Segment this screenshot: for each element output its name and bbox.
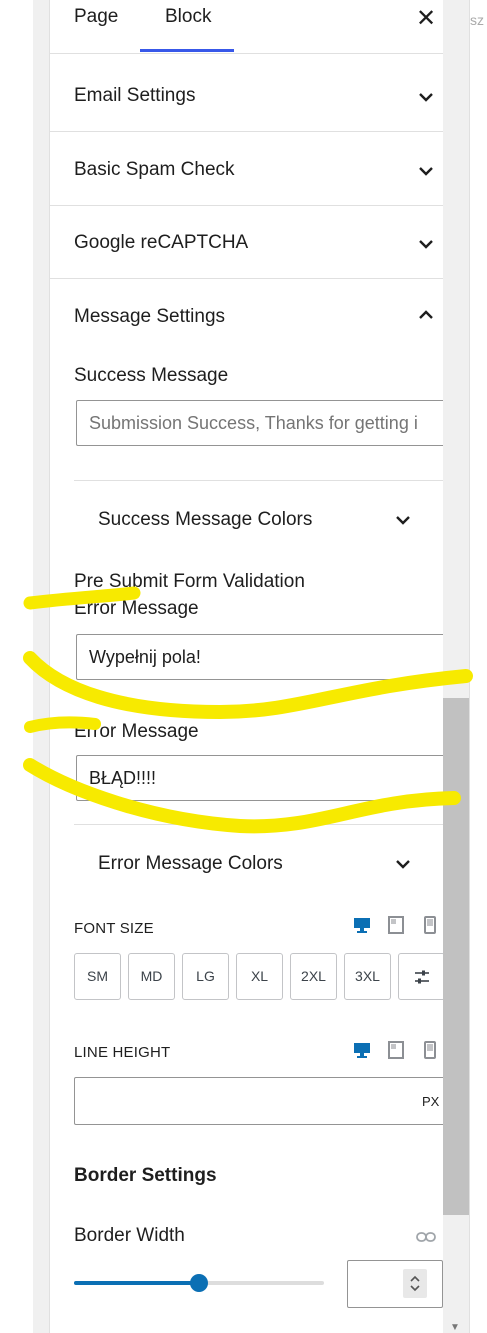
font-size-2xl-button[interactable]: 2XL (290, 953, 337, 1000)
font-size-xl-button[interactable]: XL (236, 953, 283, 1000)
section-email-settings[interactable]: Email Settings (50, 58, 443, 132)
line-height-label: LINE HEIGHT (74, 1044, 171, 1061)
success-message-colors-toggle[interactable]: Success Message Colors (98, 509, 312, 531)
section-title: Email Settings (74, 85, 196, 106)
tab-page[interactable]: Page (74, 6, 118, 28)
border-settings-title: Border Settings (74, 1165, 217, 1186)
scroll-down-arrow[interactable]: ▼ (450, 1322, 460, 1333)
pre-submit-error-input[interactable]: Wypełnij pola! (76, 634, 443, 680)
section-title: Basic Spam Check (74, 159, 235, 180)
section-basic-spam-check[interactable]: Basic Spam Check (50, 132, 443, 206)
success-message-input[interactable]: Submission Success, Thanks for getting i (76, 400, 443, 446)
adjacent-panel (469, 0, 487, 1333)
font-size-label: FONT SIZE (74, 920, 154, 937)
error-message-label: Error Message (74, 721, 199, 742)
font-size-sm-button[interactable]: SM (74, 953, 121, 1000)
section-message-settings[interactable]: Message Settings (50, 279, 443, 353)
mobile-icon[interactable] (420, 1040, 440, 1060)
sliders-icon (414, 970, 429, 984)
border-width-slider-fill (74, 1281, 199, 1285)
active-tab-indicator (140, 49, 234, 52)
custom-size-button[interactable] (398, 953, 443, 1000)
border-width-label: Border Width (74, 1225, 185, 1246)
mobile-icon[interactable] (420, 915, 440, 935)
tablet-icon[interactable] (386, 915, 406, 935)
chevron-down-icon (416, 234, 436, 254)
chevron-down-icon[interactable] (393, 854, 413, 874)
chevron-down-icon[interactable] (393, 510, 413, 530)
line-height-input[interactable] (74, 1077, 443, 1125)
chevron-down-icon (416, 161, 436, 181)
tab-block[interactable]: Block (165, 6, 211, 28)
font-size-lg-button[interactable]: LG (182, 953, 229, 1000)
block-settings-panel: Page Block ✕ Email Settings Basic Spam C… (49, 0, 443, 1333)
desktop-icon[interactable] (352, 915, 372, 935)
close-icon[interactable]: ✕ (416, 4, 436, 33)
adjacent-panel-text: sz (470, 12, 484, 28)
border-width-slider-thumb[interactable] (190, 1274, 208, 1292)
tablet-icon[interactable] (386, 1040, 406, 1060)
section-google-recaptcha[interactable]: Google reCAPTCHA (50, 206, 443, 279)
divider (74, 480, 443, 481)
scrollbar-thumb[interactable] (443, 698, 469, 1215)
section-title: Message Settings (74, 306, 226, 327)
font-size-3xl-button[interactable]: 3XL (344, 953, 391, 1000)
success-message-label: Success Message (74, 365, 229, 386)
desktop-icon[interactable] (352, 1040, 372, 1060)
font-size-md-button[interactable]: MD (128, 953, 175, 1000)
divider (74, 824, 443, 825)
section-title: Google reCAPTCHA (74, 232, 249, 253)
chevron-down-icon (416, 87, 436, 107)
line-height-unit: PX (422, 1094, 440, 1109)
pre-submit-label-line2: Error Message (74, 598, 199, 619)
editor-gutter (33, 0, 49, 1333)
chevron-up-icon (416, 305, 436, 325)
link-icon[interactable] (415, 1226, 437, 1248)
sidebar-tabs: Page Block ✕ (50, 0, 443, 54)
error-message-input[interactable]: BŁĄD!!!! (76, 755, 443, 801)
spinner-icon[interactable] (403, 1269, 427, 1298)
border-width-number-input[interactable] (347, 1260, 443, 1308)
error-message-colors-toggle[interactable]: Error Message Colors (98, 853, 283, 875)
canvas-edge (0, 0, 33, 1333)
pre-submit-label-line1: Pre Submit Form Validation (74, 571, 305, 592)
